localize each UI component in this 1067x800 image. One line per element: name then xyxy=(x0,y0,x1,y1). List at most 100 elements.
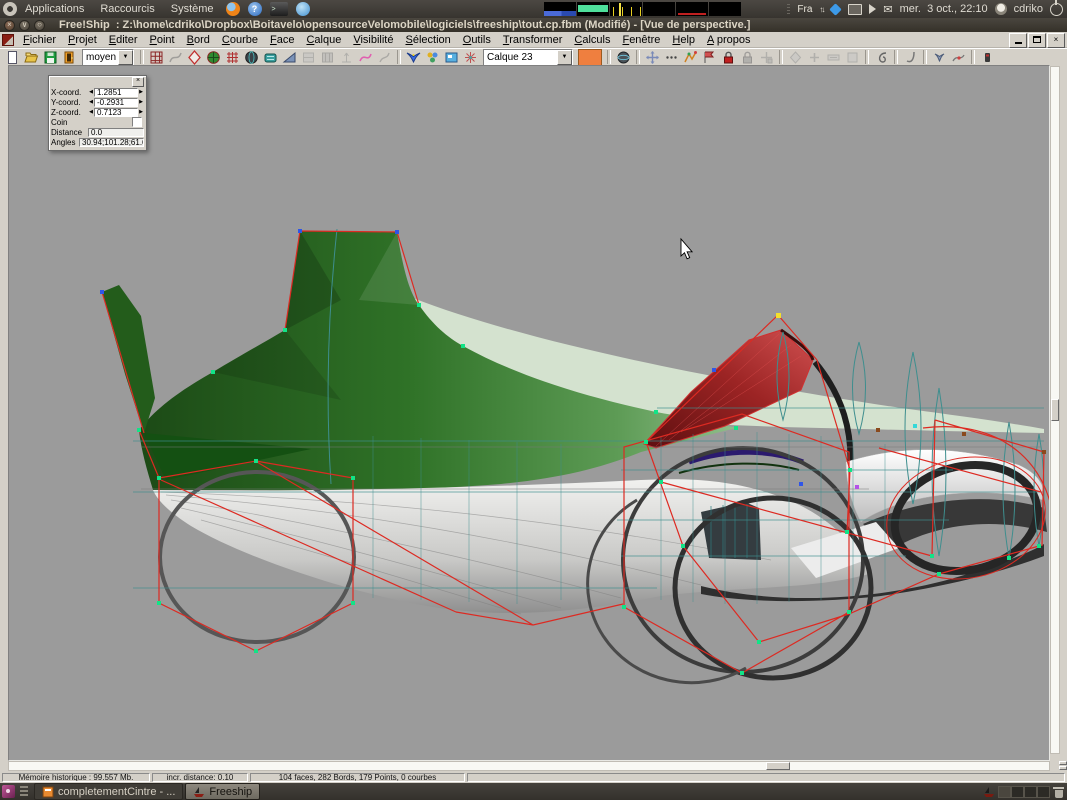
display-icon[interactable] xyxy=(848,4,862,15)
corner-checkbox[interactable] xyxy=(132,117,142,127)
y-coord-field[interactable]: -0.2931 xyxy=(94,98,138,107)
horizontal-scrollbar-thumb[interactable] xyxy=(766,762,790,770)
wireframe-view-button[interactable] xyxy=(147,49,166,65)
window-titlebar[interactable]: × ∨ ○ Free!Ship : Z:\home\cdriko\Dropbox… xyxy=(0,18,1067,32)
workspace-4[interactable] xyxy=(1037,786,1050,798)
control-net-button[interactable] xyxy=(318,49,337,65)
mdi-close-button[interactable]: × xyxy=(1047,33,1065,48)
precision-dropdown-arrow-icon[interactable]: ▼ xyxy=(118,50,133,65)
clock[interactable]: mer. 3 oct., 22:10 xyxy=(900,3,988,15)
interior-edges-button[interactable] xyxy=(299,49,318,65)
menu-calque[interactable]: Calque xyxy=(300,33,347,47)
menu-visibilite[interactable]: Visibilité xyxy=(347,33,399,47)
app-icon-blue[interactable] xyxy=(296,2,310,16)
join-edges-button[interactable] xyxy=(824,49,843,65)
coordinate-dialog[interactable]: × X-coord. ◀ 1.2851 ▶ Y-coord. ◀ -0.2931… xyxy=(48,75,147,151)
terminal-icon[interactable]: > xyxy=(270,2,288,16)
freeship-tray-icon[interactable] xyxy=(983,786,995,798)
menu-a-propos[interactable]: A propos xyxy=(701,33,756,47)
layer-color-button[interactable] xyxy=(578,49,602,66)
menu-calculs[interactable]: Calculs xyxy=(568,33,616,47)
z-coord-field[interactable]: 0.7123 xyxy=(94,108,138,117)
workspace-2[interactable] xyxy=(1011,786,1024,798)
menu-editer[interactable]: Editer xyxy=(103,33,144,47)
vertical-scrollbar[interactable] xyxy=(1050,66,1060,754)
window-list-icon[interactable] xyxy=(20,786,28,797)
check-faces-button[interactable] xyxy=(185,49,204,65)
exit-button[interactable] xyxy=(60,49,79,65)
menu-help[interactable]: Help xyxy=(666,33,701,47)
menu-point[interactable]: Point xyxy=(144,33,181,47)
window-minimize-button[interactable]: ∨ xyxy=(19,20,30,31)
dialog-close-button[interactable]: × xyxy=(132,77,144,87)
menu-fenetre[interactable]: Fenêtre xyxy=(616,33,666,47)
hull-lines-button[interactable] xyxy=(404,49,423,65)
precision-dropdown[interactable]: moyen ▼ xyxy=(82,49,134,66)
add-point-button[interactable] xyxy=(662,49,681,65)
help-icon[interactable]: ? xyxy=(248,2,262,16)
raccourcis-menu[interactable]: Raccourcis xyxy=(92,0,162,18)
zebra-shading-button[interactable] xyxy=(280,49,299,65)
task-freeship[interactable]: Freeship xyxy=(185,783,260,800)
y-coord-increment-icon[interactable]: ▶ xyxy=(138,98,144,107)
move-point-button[interactable] xyxy=(643,49,662,65)
open-file-button[interactable] xyxy=(22,49,41,65)
curvature-plot-button[interactable] xyxy=(356,49,375,65)
add-edge-button[interactable] xyxy=(805,49,824,65)
curvature-tool-button[interactable] xyxy=(166,49,185,65)
applications-menu[interactable]: Applications xyxy=(17,0,92,18)
hydrostatics-butterfly-button[interactable] xyxy=(930,49,949,65)
z-coord-increment-icon[interactable]: ▶ xyxy=(138,108,144,117)
workspace-3[interactable] xyxy=(1024,786,1037,798)
menu-fichier[interactable]: Fichier xyxy=(17,33,62,47)
x-coord-field[interactable]: 1.2851 xyxy=(94,88,138,97)
task-completementcintre[interactable]: completementCintre - ... xyxy=(34,783,183,800)
perspective-viewport[interactable]: × X-coord. ◀ 1.2851 ▶ Y-coord. ◀ -0.2931… xyxy=(8,65,1050,761)
keyboard-layout-indicator[interactable]: Fra xyxy=(797,4,812,15)
intersection-curves-button[interactable] xyxy=(461,49,480,65)
fair-curve-button[interactable] xyxy=(901,49,920,65)
menu-outils[interactable]: Outils xyxy=(457,33,497,47)
menu-bord[interactable]: Bord xyxy=(181,33,216,47)
move-selection-button[interactable] xyxy=(757,49,776,65)
layer-dropdown[interactable]: Calque 23 ▼ xyxy=(483,49,573,66)
workspace-switcher[interactable] xyxy=(998,786,1050,798)
mdi-minimize-button[interactable] xyxy=(1009,33,1027,48)
gauss-curvature-button[interactable] xyxy=(223,49,242,65)
scroll-up-button[interactable] xyxy=(1059,761,1067,765)
menu-selection[interactable]: Sélection xyxy=(399,33,456,47)
rotate-curve-button[interactable] xyxy=(872,49,891,65)
vertical-scrollbar-thumb[interactable] xyxy=(1051,399,1059,421)
mdi-restore-button[interactable] xyxy=(1028,33,1046,48)
collapse-edge-button[interactable] xyxy=(681,49,700,65)
mail-icon[interactable]: ✉ xyxy=(883,3,892,16)
window-maximize-button[interactable]: ○ xyxy=(34,20,45,31)
trash-icon[interactable] xyxy=(1053,786,1064,798)
distro-logo-icon[interactable] xyxy=(3,2,17,16)
system-monitor-graphs[interactable] xyxy=(544,2,741,16)
show-normals-button[interactable] xyxy=(337,49,356,65)
intersect-curve-button[interactable] xyxy=(949,49,968,65)
color-palette-button[interactable] xyxy=(423,49,442,65)
menu-courbe[interactable]: Courbe xyxy=(216,33,264,47)
developability-view-button[interactable] xyxy=(261,49,280,65)
taskbar-app-icon[interactable] xyxy=(2,785,15,798)
resistance-calc-button[interactable] xyxy=(978,49,997,65)
environment-shade-button[interactable] xyxy=(242,49,261,65)
volume-icon[interactable] xyxy=(869,4,876,14)
workspace-1[interactable] xyxy=(998,786,1011,798)
flowlines-button[interactable] xyxy=(375,49,394,65)
background-image-button[interactable] xyxy=(442,49,461,65)
new-file-button[interactable] xyxy=(3,49,22,65)
systeme-menu[interactable]: Système xyxy=(163,0,222,18)
window-close-button[interactable]: × xyxy=(4,20,15,31)
insert-plane-button[interactable] xyxy=(700,49,719,65)
shaded-view-button[interactable] xyxy=(204,49,223,65)
power-icon[interactable] xyxy=(1050,3,1063,16)
firefox-icon[interactable] xyxy=(226,2,240,16)
menu-projet[interactable]: Projet xyxy=(62,33,103,47)
user-avatar[interactable] xyxy=(995,3,1007,15)
coordinate-dialog-titlebar[interactable]: × xyxy=(51,77,144,86)
menu-transformer[interactable]: Transformer xyxy=(497,33,569,47)
menu-face[interactable]: Face xyxy=(264,33,300,47)
